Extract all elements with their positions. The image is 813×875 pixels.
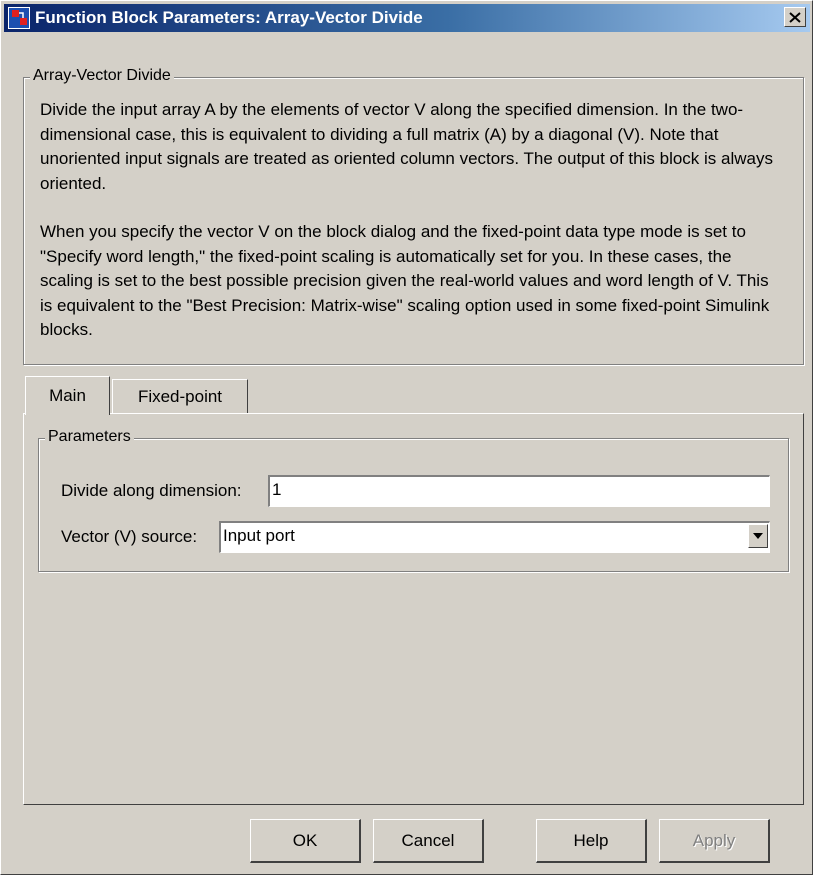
apply-button[interactable]: Apply <box>659 819 770 863</box>
dimension-input[interactable]: 1 <box>268 475 770 507</box>
ok-button[interactable]: OK <box>250 819 361 863</box>
help-button[interactable]: Help <box>536 819 647 863</box>
chevron-down-icon <box>753 533 763 539</box>
tab-panel-main: Parameters Divide along dimension: 1 Vec… <box>23 413 804 805</box>
close-icon <box>789 11 801 23</box>
window-title: Function Block Parameters: Array-Vector … <box>35 8 423 27</box>
title-bar[interactable]: Function Block Parameters: Array-Vector … <box>4 4 810 32</box>
description-paragraph-2: When you specify the vector V on the blo… <box>40 222 770 339</box>
tab-fixed-point-label: Fixed-point <box>137 386 223 406</box>
close-button[interactable] <box>784 7 806 27</box>
simulink-block-icon <box>8 7 30 29</box>
cancel-button[interactable]: Cancel <box>373 819 484 863</box>
description-text: Divide the input array A by the elements… <box>40 98 780 343</box>
source-select-value: Input port <box>223 526 295 545</box>
tab-main[interactable]: Main <box>25 376 110 415</box>
parameters-group: Parameters Divide along dimension: 1 Vec… <box>38 428 789 572</box>
dialog-window: Function Block Parameters: Array-Vector … <box>0 0 813 875</box>
description-paragraph-1: Divide the input array A by the elements… <box>40 100 773 193</box>
description-group: Array-Vector Divide Divide the input arr… <box>23 67 804 365</box>
parameters-group-label: Parameters <box>45 428 134 446</box>
dimension-label: Divide along dimension: <box>61 481 242 500</box>
tab-fixed-point[interactable]: Fixed-point <box>112 379 248 413</box>
description-group-label: Array-Vector Divide <box>30 67 174 85</box>
source-select[interactable]: Input port <box>219 521 770 553</box>
source-dropdown-button[interactable] <box>748 524 768 548</box>
source-label: Vector (V) source: <box>61 527 198 546</box>
tab-main-label: Main <box>49 386 86 405</box>
